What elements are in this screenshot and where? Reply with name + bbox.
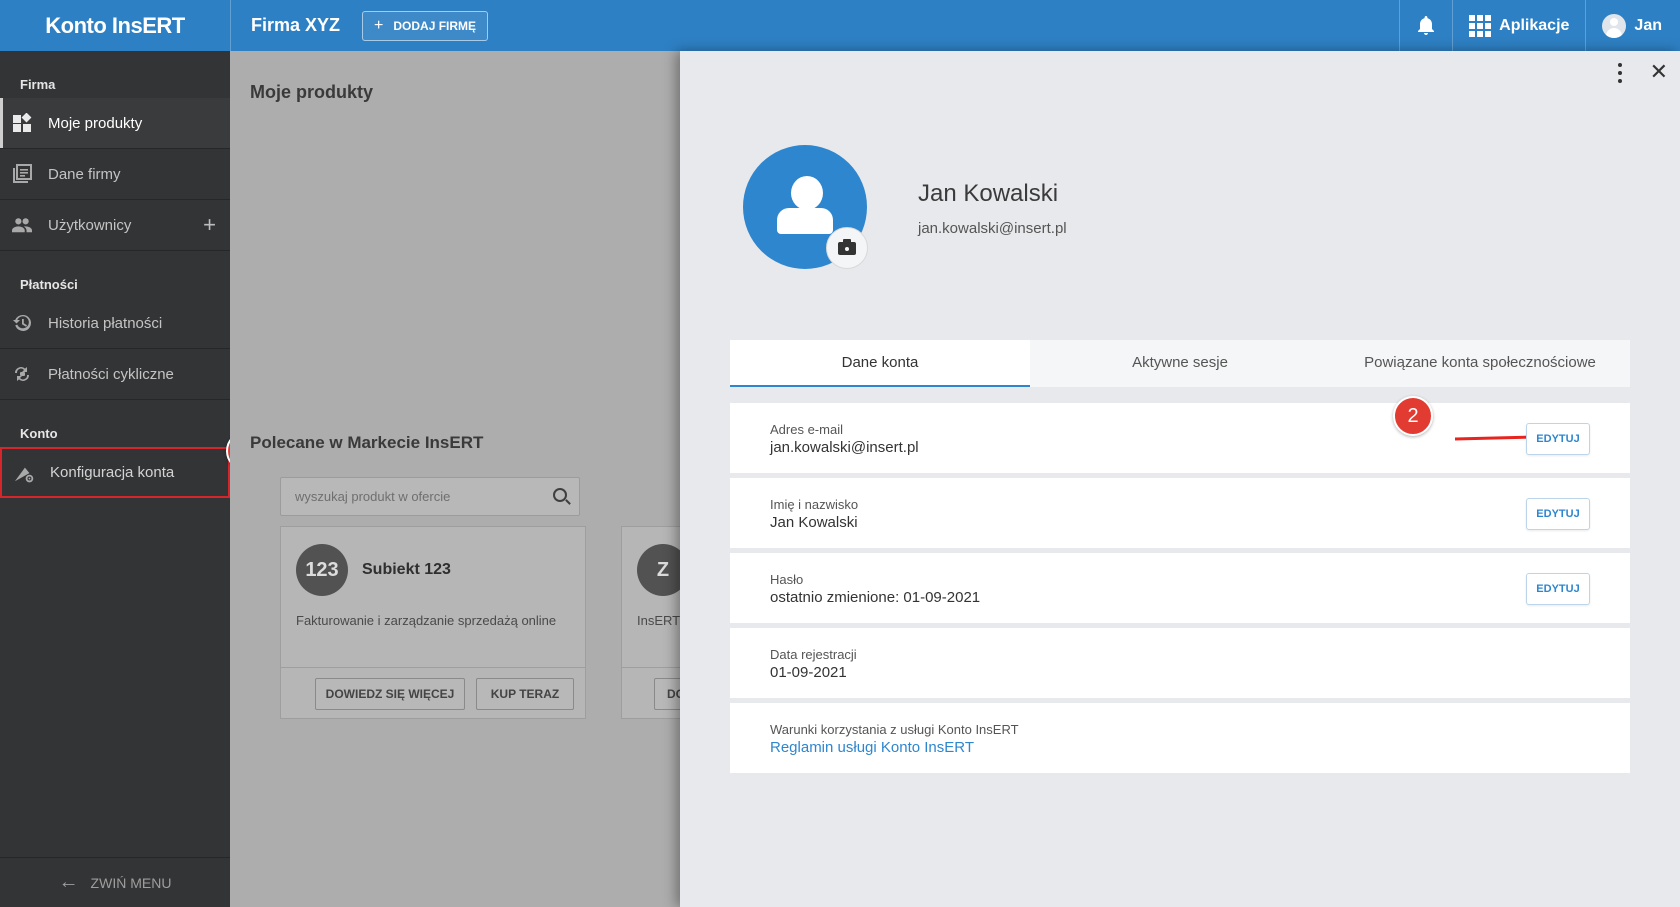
sidebar-item-platnosci-cykliczne[interactable]: Płatności cykliczne <box>0 349 230 400</box>
product-card: 123 Subiekt 123 Fakturowanie i zarządzan… <box>280 526 586 719</box>
user-menu-button[interactable]: Jan <box>1585 0 1680 51</box>
product-search-input[interactable]: wyszukaj produkt w ofercie <box>280 477 580 516</box>
learn-more-button[interactable]: DOWIEDZ SIĘ WIĘCEJ <box>315 678 465 710</box>
profile-name: Jan Kowalski <box>918 180 1059 207</box>
add-user-icon[interactable]: + <box>203 212 216 238</box>
apps-button[interactable]: Aplikacje <box>1452 0 1585 51</box>
field-label: Data rejestracji <box>770 647 857 662</box>
top-bar: Konto InsERT Firma XYZ + DODAJ FIRMĘ Apl… <box>0 0 1680 51</box>
search-placeholder: wyszukaj produkt w ofercie <box>295 489 451 504</box>
collapse-menu-button[interactable]: ← ZWIŃ MENU <box>0 857 230 907</box>
sidebar-item-label: Historia płatności <box>48 314 163 332</box>
notifications-button[interactable] <box>1399 0 1452 51</box>
product-description: InsERT <box>637 613 681 628</box>
tab-powiazane-konta[interactable]: Powiązane konta społecznościowe <box>1330 340 1630 387</box>
change-photo-button[interactable] <box>826 227 868 269</box>
user-label: Jan <box>1634 16 1662 34</box>
terms-link[interactable]: Reglamin usługi Konto InsERT <box>770 739 974 756</box>
top-right-actions: Aplikacje Jan <box>1399 0 1680 51</box>
company-name[interactable]: Firma XYZ <box>251 15 340 36</box>
buy-now-button[interactable]: KUP TERAZ <box>476 678 574 710</box>
profile-email: jan.kowalski@insert.pl <box>918 220 1067 237</box>
people-icon <box>12 218 32 233</box>
recurring-payment-icon <box>15 367 29 381</box>
add-company-button[interactable]: + DODAJ FIRMĘ <box>362 10 489 41</box>
field-value: ostatnio zmienione: 01-09-2021 <box>770 589 981 606</box>
account-tabs: Dane konta Aktywne sesje Powiązane konta… <box>730 340 1630 387</box>
terms-row: Warunki korzystania z usługi Konto InsER… <box>730 703 1630 773</box>
sidebar-item-label: Konfiguracja konta <box>50 464 175 481</box>
camera-icon <box>838 238 856 255</box>
edit-password-button[interactable]: EDYTUJ <box>1526 573 1590 605</box>
account-settings-icon <box>14 467 34 483</box>
sidebar-item-konfiguracja-konta[interactable]: Konfiguracja konta <box>0 447 230 498</box>
field-value: jan.kowalski@insert.pl <box>770 439 919 456</box>
bell-icon <box>1418 15 1435 35</box>
more-vert-icon[interactable] <box>1618 63 1622 83</box>
sidebar-item-label: Moje produkty <box>48 114 143 132</box>
sidebar-item-historia-platnosci[interactable]: Historia płatności <box>0 298 230 349</box>
market-section-title: Polecane w Markecie InsERT <box>250 433 484 452</box>
sidebar-section-platnosci: Płatności <box>20 277 78 292</box>
product-logo: 123 <box>296 544 348 596</box>
tab-aktywne-sesje[interactable]: Aktywne sesje <box>1030 340 1330 387</box>
email-row: Adres e-mail jan.kowalski@insert.pl EDYT… <box>730 403 1630 473</box>
sidebar: Firma Moje produkty Dane firmy Użytkowni… <box>0 51 230 907</box>
annotation-badge-2: 2 <box>1393 396 1433 436</box>
history-icon <box>13 314 31 331</box>
password-row: Hasło ostatnio zmienione: 01-09-2021 EDY… <box>730 553 1630 623</box>
divider <box>230 0 231 51</box>
sidebar-section-firma: Firma <box>20 77 56 92</box>
edit-email-button[interactable]: EDYTUJ <box>1526 423 1590 455</box>
tab-dane-konta[interactable]: Dane konta <box>730 340 1030 387</box>
field-label: Imię i nazwisko <box>770 497 859 512</box>
search-icon[interactable] <box>553 488 567 502</box>
registration-row: Data rejestracji 01-09-2021 <box>730 628 1630 698</box>
field-value: Jan Kowalski <box>770 514 858 531</box>
apps-label: Aplikacje <box>1499 16 1570 34</box>
apps-grid-icon <box>1469 14 1492 37</box>
sidebar-section-konto: Konto <box>20 426 58 441</box>
sidebar-item-label: Dane firmy <box>48 165 121 183</box>
widgets-icon <box>13 113 32 132</box>
field-label: Adres e-mail <box>770 422 843 437</box>
product-name[interactable]: Subiekt 123 <box>362 561 451 579</box>
field-label: Warunki korzystania z usługi Konto InsER… <box>770 722 1019 737</box>
user-avatar-icon <box>1602 13 1627 38</box>
field-label: Hasło <box>770 572 804 587</box>
sidebar-item-label: Użytkownicy <box>48 216 132 234</box>
add-company-label: DODAJ FIRMĘ <box>393 18 477 33</box>
close-icon[interactable]: ✕ <box>1650 59 1668 85</box>
arrow-left-icon: ← <box>58 871 79 893</box>
brand-logo[interactable]: Konto InsERT <box>0 0 230 51</box>
name-row: Imię i nazwisko Jan Kowalski EDYTUJ <box>730 478 1630 548</box>
card-footer: DOWIEDZ SIĘ WIĘCEJ KUP TERAZ <box>281 667 585 718</box>
account-panel: ✕ Jan Kowalski jan.kowalski@insert.pl Da… <box>680 51 1680 907</box>
field-value: 01-09-2021 <box>770 664 847 681</box>
plus-icon: + <box>374 16 384 34</box>
sidebar-item-dane-firmy[interactable]: Dane firmy <box>0 149 230 200</box>
sidebar-item-moje-produkty[interactable]: Moje produkty <box>0 98 230 149</box>
edit-name-button[interactable]: EDYTUJ <box>1526 498 1590 530</box>
page-title: Moje produkty <box>250 82 374 102</box>
product-description: Fakturowanie i zarządzanie sprzedażą onl… <box>296 613 557 628</box>
library-books-icon <box>13 164 32 183</box>
sidebar-item-uzytkownicy[interactable]: Użytkownicy + <box>0 200 230 251</box>
collapse-menu-label: ZWIŃ MENU <box>90 874 172 891</box>
sidebar-item-label: Płatności cykliczne <box>48 365 174 383</box>
